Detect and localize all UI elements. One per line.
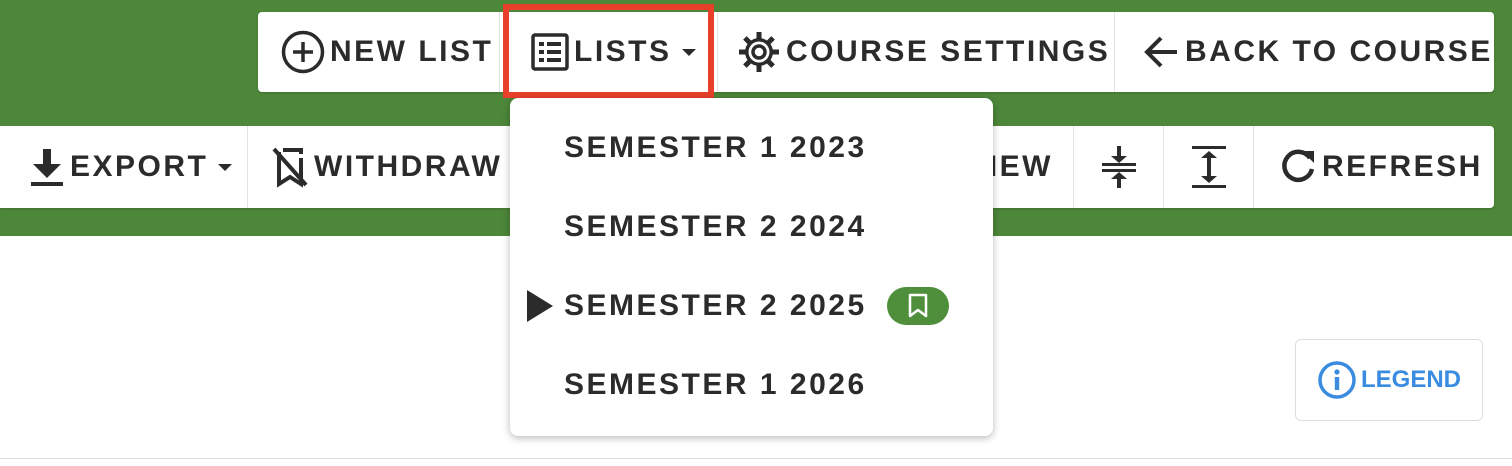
compress-vertical-icon [1101,146,1136,188]
list-icon [531,33,569,71]
list-menu-item-label: SEMESTER 2 2025 [564,288,867,322]
list-menu-item-label: SEMESTER 2 2024 [564,209,867,243]
back-to-course-button[interactable]: BACK TO COURSE [1115,12,1494,92]
list-menu-item-label: SEMESTER 1 2023 [564,130,867,164]
chevron-down-icon [681,48,696,56]
compress-rows-button[interactable] [1074,126,1164,208]
download-icon [31,149,63,186]
list-menu-item-label: SEMESTER 1 2026 [564,367,867,401]
course-list-toolbar: NEW LIST LISTS COURSE SETTINGS BACK TO C… [258,12,1494,92]
list-menu-item-selected[interactable]: SEMESTER 2 2025 [510,266,993,345]
new-list-label: NEW LIST [330,35,494,68]
bookmark-icon [908,293,927,317]
view-label: IEW [988,150,1053,183]
course-settings-button[interactable]: COURSE SETTINGS [718,12,1115,92]
legend-label: LEGEND [1360,366,1461,393]
list-menu-item[interactable]: SEMESTER 1 2023 [510,108,993,187]
info-circle-icon [1318,361,1356,399]
withdraw-button[interactable]: WITHDRAW [248,126,528,208]
refresh-icon [1282,149,1315,183]
gear-icon [739,32,779,72]
bookmark-off-icon [272,147,308,188]
refresh-button[interactable]: REFRESH [1254,126,1494,208]
lists-dropdown-menu: SEMESTER 1 2023 SEMESTER 2 2024 SEMESTER… [510,98,993,436]
export-dropdown-button[interactable]: EXPORT [0,126,248,208]
list-menu-item[interactable]: SEMESTER 2 2024 [510,187,993,266]
divider [0,458,1512,459]
list-menu-item[interactable]: SEMESTER 1 2026 [510,345,993,424]
play-arrow-icon [527,289,553,322]
lists-label: LISTS [574,35,672,68]
expand-vertical-icon [1191,146,1226,188]
export-label: EXPORT [70,150,209,183]
withdraw-label: WITHDRAW [314,150,503,183]
course-settings-label: COURSE SETTINGS [786,35,1111,68]
lists-dropdown-button[interactable]: LISTS [500,12,718,92]
back-to-course-label: BACK TO COURSE [1185,35,1493,68]
chevron-down-icon [218,163,233,171]
bookmark-badge [886,286,949,325]
legend-button[interactable]: LEGEND [1295,339,1483,421]
new-list-button[interactable]: NEW LIST [258,12,500,92]
arrow-left-icon [1144,36,1177,68]
plus-circle-icon [281,30,325,74]
refresh-label: REFRESH [1322,150,1483,183]
expand-rows-button[interactable] [1164,126,1254,208]
